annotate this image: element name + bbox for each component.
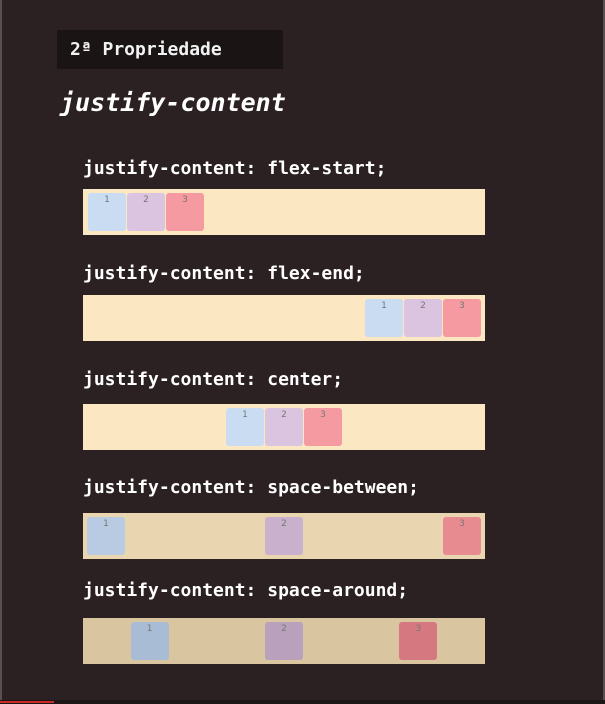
example-label-flex-end: justify-content: flex-end; bbox=[83, 263, 365, 284]
demo-container-flex-start: 1 2 3 bbox=[83, 189, 485, 235]
video-progress-fill bbox=[0, 701, 55, 703]
example-label-space-around: justify-content: space-around; bbox=[83, 580, 409, 601]
frame-left-edge bbox=[0, 0, 2, 704]
example-label-flex-start: justify-content: flex-start; bbox=[83, 158, 387, 179]
flex-item-1: 1 bbox=[87, 517, 125, 555]
flex-item-3: 3 bbox=[443, 517, 481, 555]
flex-item-1: 1 bbox=[226, 408, 264, 446]
video-progress-track[interactable] bbox=[0, 700, 605, 704]
flex-item-2: 2 bbox=[264, 622, 303, 660]
flex-item-1: 1 bbox=[365, 299, 403, 337]
demo-container-space-between: 1 2 3 bbox=[83, 513, 485, 559]
demo-container-center: 1 2 3 bbox=[83, 404, 485, 450]
example-label-center: justify-content: center; bbox=[83, 369, 344, 390]
flex-item-3: 3 bbox=[304, 408, 342, 446]
flex-item-3: 3 bbox=[166, 193, 204, 231]
page-title: justify-content bbox=[60, 88, 286, 117]
flex-item-3: 3 bbox=[399, 622, 438, 660]
flex-item-2: 2 bbox=[127, 193, 165, 231]
flex-item-1: 1 bbox=[88, 193, 126, 231]
flex-item-1: 1 bbox=[130, 622, 169, 660]
flex-item-2: 2 bbox=[265, 517, 303, 555]
demo-container-space-around: 1 2 3 bbox=[83, 618, 485, 664]
section-badge: 2ª Propriedade bbox=[57, 30, 283, 69]
flex-item-3: 3 bbox=[443, 299, 481, 337]
demo-container-flex-end: 1 2 3 bbox=[83, 295, 485, 341]
flex-item-2: 2 bbox=[404, 299, 442, 337]
example-label-space-between: justify-content: space-between; bbox=[83, 477, 419, 498]
flex-item-2: 2 bbox=[265, 408, 303, 446]
